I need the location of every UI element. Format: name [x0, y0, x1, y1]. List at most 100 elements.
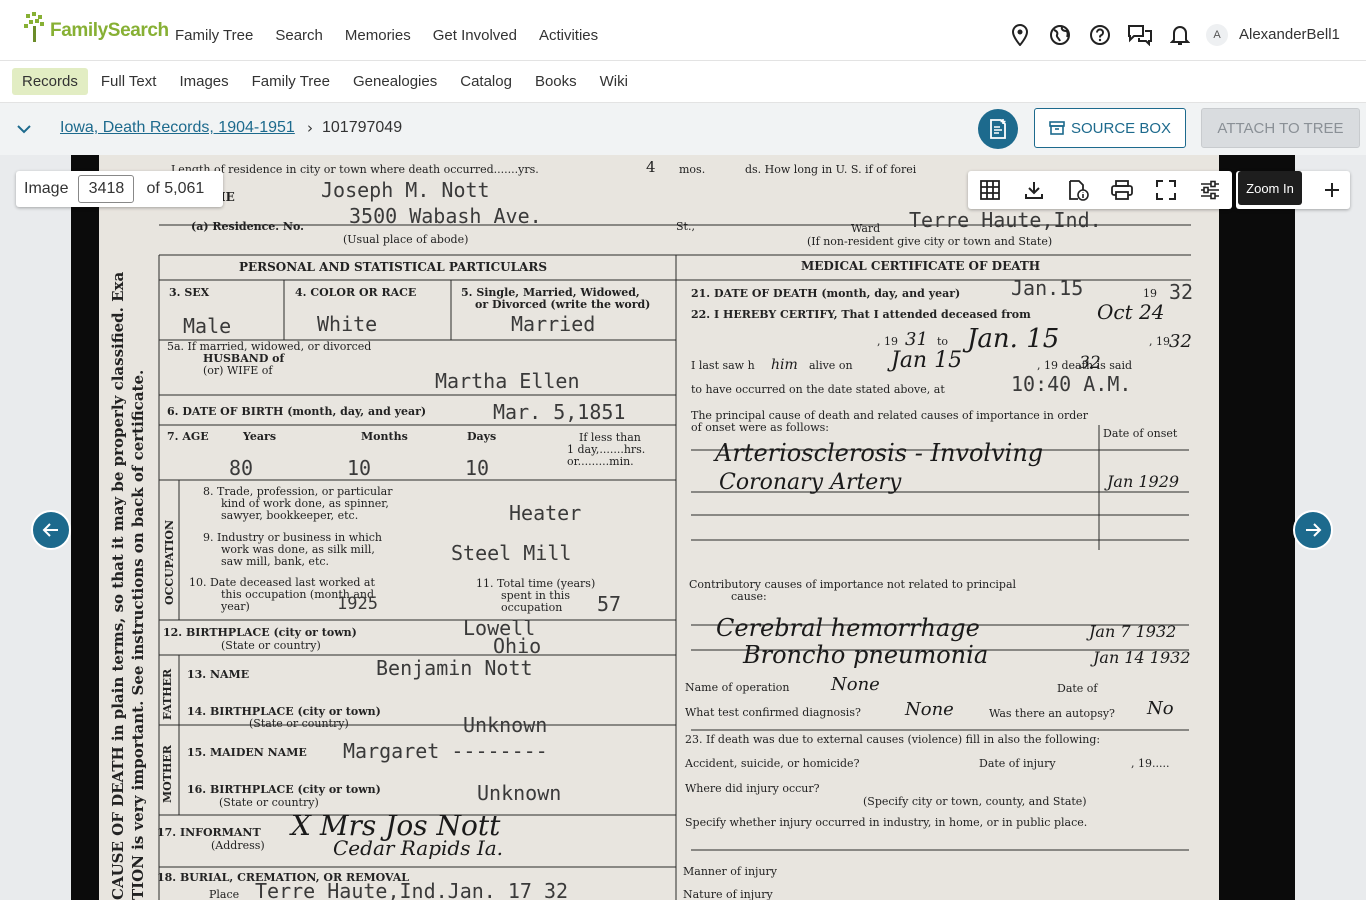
breadcrumb-collection-link[interactable]: Iowa, Death Records, 1904-1951: [60, 119, 295, 137]
doc-hw-cause-1: Arteriosclerosis - Involving: [713, 439, 1043, 467]
help-icon[interactable]: [1080, 20, 1120, 50]
doc-birth-date: Mar. 5,1851: [493, 400, 625, 424]
doc-margin-text-2: TION is very important. See instructions…: [129, 370, 147, 900]
zoom-in-button[interactable]: [1314, 171, 1350, 209]
familysearch-logo[interactable]: FamilySearch: [24, 10, 169, 46]
print-icon: [1111, 180, 1133, 200]
doc-hw-from-year: 31: [905, 329, 928, 350]
next-image-button[interactable]: [1293, 510, 1333, 550]
fullscreen-button[interactable]: [1144, 171, 1188, 209]
doc-burial: Terre Haute,Ind.Jan. 17 32: [255, 879, 568, 900]
note-add-icon: [990, 119, 1006, 139]
doc-certify-label: 22. I HEREBY CERTIFY, That I attended de…: [691, 308, 1031, 321]
doc-certify-to-year: , 19: [1149, 335, 1170, 348]
subnav-wiki[interactable]: Wiki: [590, 68, 638, 95]
doc-onset-label: Date of onset: [1103, 427, 1178, 440]
doc-last-worked: 1925: [337, 594, 378, 614]
doc-age-label: 7. AGE: [167, 430, 209, 443]
doc-less-label-3: or.........min.: [567, 455, 634, 468]
bell-icon[interactable]: [1160, 20, 1200, 50]
doc-death-time: 10:40 A.M.: [1011, 372, 1131, 396]
doc-hw-onset-1: Jan 1929: [1104, 472, 1179, 491]
doc-street-label: St.,: [676, 220, 695, 233]
record-image[interactable]: Length of residence in city or town wher…: [71, 155, 1295, 900]
nav-family-tree[interactable]: Family Tree: [175, 27, 253, 44]
doc-color: White: [317, 312, 377, 336]
doc-injury-year: , 19.....: [1131, 757, 1169, 770]
location-pin-icon[interactable]: [1000, 20, 1040, 50]
nav-activities[interactable]: Activities: [539, 27, 598, 44]
previous-image-button[interactable]: [31, 510, 71, 550]
top-navigation: FamilySearch Family Tree Search Memories…: [0, 0, 1366, 61]
doc-abode-note: (Usual place of abode): [343, 233, 468, 246]
doc-autopsy-label: Was there an autopsy?: [989, 707, 1115, 720]
subnav-catalog[interactable]: Catalog: [450, 68, 522, 95]
doc-mother-maiden: Margaret --------: [343, 739, 548, 763]
chevron-down-icon[interactable]: [16, 121, 32, 137]
doc-residence-ds: ds. How long in U. S. if of forei: [745, 163, 917, 176]
doc-age-days: 10: [465, 456, 489, 480]
subnav-books[interactable]: Books: [525, 68, 587, 95]
source-box-label: SOURCE BOX: [1070, 119, 1172, 137]
doc-hw-contrib-1: Cerebral hemorrhage: [716, 614, 980, 642]
doc-external-label: 23. If death was due to external causes …: [685, 733, 1100, 746]
image-number-control: Image 3418 of 5,061: [16, 171, 223, 207]
image-viewer[interactable]: Length of residence in city or town wher…: [0, 155, 1366, 900]
avatar[interactable]: A: [1206, 24, 1228, 46]
doc-margin-text-1: CAUSE OF DEATH in plain terms, so that i…: [109, 272, 127, 900]
doc-birthplace-label-2: (State or country): [221, 639, 321, 652]
doc-burial-place: Place: [209, 888, 239, 900]
username[interactable]: AlexanderBell1: [1239, 26, 1340, 43]
print-button[interactable]: [1100, 171, 1144, 209]
viewer-toolbar: [968, 171, 1232, 209]
doc-mother-birthplace: Unknown: [477, 781, 561, 805]
doc-hw-operation: None: [830, 674, 880, 695]
globe-icon[interactable]: [1040, 20, 1080, 50]
doc-age-years: 80: [229, 456, 253, 480]
doc-years-label: Years: [242, 430, 276, 443]
doc-personal-header: PERSONAL AND STATISTICAL PARTICULARS: [239, 260, 547, 274]
doc-mother-birth-label-1: 16. BIRTHPLACE (city or town): [187, 783, 381, 796]
doc-ward-label: Ward: [851, 222, 880, 235]
doc-residence-line: Length of residence in city or town wher…: [171, 163, 539, 176]
doc-principal-label-2: of onset were as follows:: [691, 421, 829, 434]
doc-contributory-label-2: cause:: [731, 590, 767, 603]
image-adjust-button[interactable]: [1188, 171, 1232, 209]
doc-hw-informant-addr: Cedar Rapids Ia.: [333, 836, 503, 860]
doc-hw-attended-from: Oct 24: [1097, 300, 1164, 324]
doc-hw-contrib-2: Broncho pneumonia: [742, 641, 988, 669]
attach-to-tree-button[interactable]: ATTACH TO TREE: [1201, 108, 1360, 148]
nav-get-involved[interactable]: Get Involved: [433, 27, 517, 44]
add-note-button[interactable]: [978, 109, 1018, 149]
subnav-family-tree[interactable]: Family Tree: [242, 68, 340, 95]
image-total: of 5,061: [146, 180, 205, 197]
subnav-records[interactable]: Records: [12, 68, 88, 95]
arrow-left-icon: [42, 523, 58, 537]
doc-death-date: Jan.15: [1011, 276, 1083, 300]
image-number-input[interactable]: 3418: [78, 175, 135, 203]
grid-icon: [980, 180, 1000, 200]
source-box-button[interactable]: SOURCE BOX: [1034, 108, 1186, 148]
doc-hw-last-saw-him: him: [771, 357, 798, 373]
doc-father-side: FATHER: [161, 668, 174, 720]
subnav-genealogies[interactable]: Genealogies: [343, 68, 447, 95]
doc-occupation: Heater: [509, 501, 581, 525]
nav-memories[interactable]: Memories: [345, 27, 411, 44]
subnav-images[interactable]: Images: [169, 68, 238, 95]
doc-father-birthplace: Unknown: [463, 713, 547, 737]
nav-search[interactable]: Search: [275, 27, 323, 44]
doc-residence-mos: mos.: [679, 163, 705, 176]
tree-logo-icon: [24, 12, 44, 42]
download-button[interactable]: [1012, 171, 1056, 209]
doc-days-label: Days: [467, 430, 496, 443]
doc-hw-death-year: 32: [1079, 353, 1101, 373]
record-header-bar: Iowa, Death Records, 1904-1951 › 1017970…: [0, 103, 1366, 155]
grid-view-button[interactable]: [968, 171, 1012, 209]
arrow-right-icon: [1306, 523, 1322, 537]
doc-death-date-label: 21. DATE OF DEATH (month, day, and year): [691, 287, 960, 300]
doc-age-months: 10: [347, 456, 371, 480]
subnav-full-text[interactable]: Full Text: [91, 68, 167, 95]
chat-icon[interactable]: [1120, 20, 1160, 50]
record-info-button[interactable]: [1056, 171, 1100, 209]
doc-alive-on: alive on: [809, 359, 853, 372]
